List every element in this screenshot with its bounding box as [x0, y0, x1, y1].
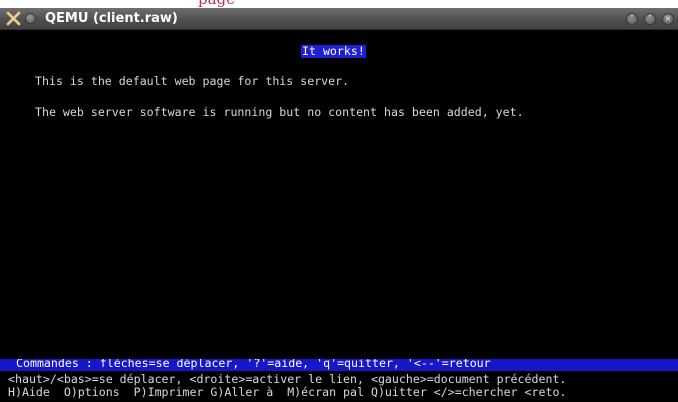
maximize-icon[interactable]: ˄: [644, 13, 656, 25]
status-line: Commandes : flèches=se déplacer, '?'=aid…: [16, 359, 491, 370]
page-behind-window: page: [0, 0, 678, 8]
paragraph-1: This is the default web page for this se…: [35, 74, 350, 88]
close-icon[interactable]: ×: [662, 13, 674, 25]
help-line-2: H)Aide O)ptions P)Imprimer G)Aller à M)é…: [8, 385, 567, 399]
paragraph-2: The web server software is running but n…: [35, 105, 524, 119]
qemu-window: QEMU (client.raw) ˅ ˄ × It works! This i…: [0, 8, 678, 402]
window-menu-icon[interactable]: [25, 13, 36, 24]
x-window-icon[interactable]: [6, 11, 21, 26]
command-status-bar: Commandes : flèches=se déplacer, '?'=aid…: [0, 359, 678, 371]
title-bar[interactable]: QEMU (client.raw) ˅ ˄ ×: [0, 8, 678, 30]
minimize-icon[interactable]: ˅: [626, 13, 638, 25]
partial-page-text: page: [198, 0, 235, 7]
window-title: QEMU (client.raw): [45, 11, 178, 26]
terminal-screen[interactable]: It works! This is the default web page f…: [0, 30, 678, 402]
page-heading-link[interactable]: It works!: [301, 45, 366, 58]
